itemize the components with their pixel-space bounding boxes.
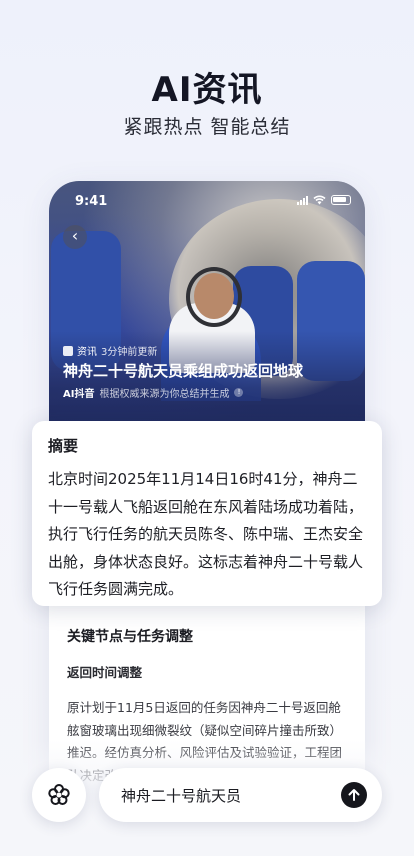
chevron-left-icon: ‹ <box>71 226 79 245</box>
back-button[interactable]: ‹ <box>63 225 87 249</box>
summary-body: 北京时间2025年11月14日16时41分，神舟二十一号载人飞船返回舱在东风着陆… <box>48 470 364 598</box>
search-bar[interactable] <box>99 768 382 822</box>
hero-subtitle: 紧跟热点 智能总结 <box>123 116 291 138</box>
send-button[interactable] <box>341 782 367 808</box>
source-note: 根据权威来源为你总结并生成 <box>99 389 230 400</box>
news-meta: 资讯 3分钟前更新 <box>63 343 157 358</box>
news-updated: 3分钟前更新 <box>101 347 158 358</box>
news-headline[interactable]: 神舟二十号航天员乘组成功返回地球 <box>63 360 303 381</box>
info-icon[interactable]: ! <box>234 388 244 397</box>
status-icons <box>297 195 351 205</box>
helmet-shape <box>186 267 242 327</box>
source-brand: AI抖音 <box>63 389 95 400</box>
flower-button[interactable] <box>32 768 86 822</box>
battery-icon <box>331 195 351 205</box>
signal-icon <box>297 195 308 205</box>
news-cover-image[interactable]: 9:41 ‹ 资讯 3分钟前更新 神舟二十号航天员乘组成功返回地球 AI抖音 根… <box>49 181 365 426</box>
news-source: AI抖音 根据权威来源为你总结并生成 ! <box>63 385 244 400</box>
summary-card: 摘要 北京时间2025年11月14日16时41分，神舟二十一号载人飞船返回舱在东… <box>32 421 382 606</box>
detail-subheading: 返回时间调整 <box>67 665 143 680</box>
flower-icon <box>48 784 70 805</box>
wifi-icon <box>313 195 326 205</box>
document-icon <box>63 345 73 356</box>
arrow-up-icon <box>348 789 360 801</box>
news-category: 资讯 <box>77 347 97 358</box>
detail-heading: 关键节点与任务调整 <box>67 629 193 645</box>
search-input[interactable] <box>121 783 321 807</box>
status-time: 9:41 <box>75 194 108 209</box>
hero-title: AI资讯 <box>151 70 263 110</box>
summary-title: 摘要 <box>48 437 79 455</box>
